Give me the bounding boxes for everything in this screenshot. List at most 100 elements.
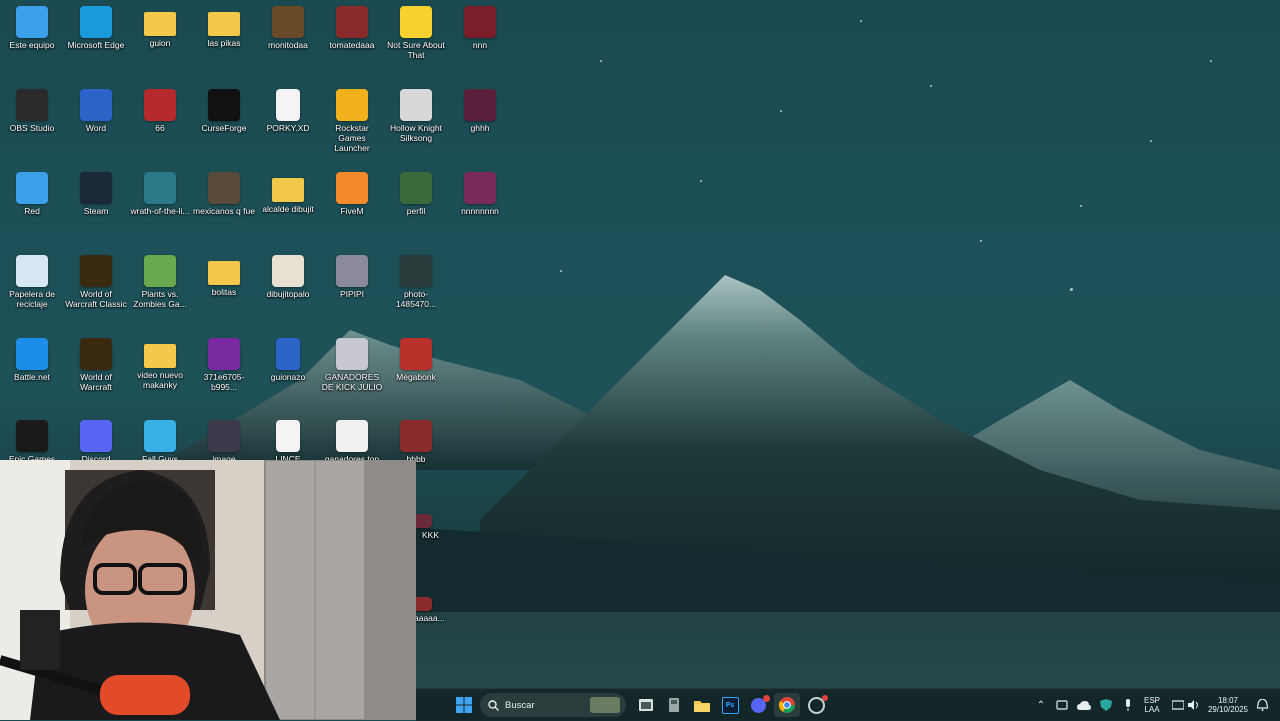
desktop-icon-battle-net[interactable]: Battle.net	[0, 334, 64, 414]
desktop-icon-label: Plants vs. Zombies Ga...	[133, 289, 187, 309]
app-icon	[807, 694, 828, 714]
desktop-icon-label: OBS Studio	[9, 123, 55, 133]
desktop-icon-wrath-of-the-li[interactable]: wrath-of-the-li...	[128, 168, 192, 248]
desktop-icon-label: CurseForge	[201, 123, 247, 133]
desktop-icon-photo-1485470[interactable]: photo-1485470...	[384, 251, 448, 331]
desktop-icon-label: mexicanos q fue	[193, 206, 255, 216]
shield-icon	[1100, 699, 1112, 711]
desktop-icon-label: bolitas	[211, 287, 237, 297]
desktop-icon-label: nnnnnnnn	[461, 206, 499, 216]
desktop-icon-guionazo[interactable]: guionazo	[256, 334, 320, 414]
taskbar: Buscar Ps ⌃ ESP LAA 18:07 29/10/2025	[416, 688, 1280, 721]
microphone-icon	[1126, 699, 1130, 711]
desktop-icon-label: World of Warcraft	[80, 372, 112, 392]
image-thumbnail-icon	[208, 420, 240, 452]
wow-icon	[80, 255, 112, 287]
desktop-icon-nnnnnnnn[interactable]: nnnnnnnn	[448, 168, 512, 248]
desktop-icon-mexicanos-q-fue[interactable]: mexicanos q fue	[192, 168, 256, 248]
desktop-icon-word[interactable]: Word	[64, 85, 128, 165]
desktop-icon-label: dibujitopalo	[266, 289, 310, 299]
notification-badge	[821, 694, 828, 701]
taskbar-app-generic[interactable]	[662, 693, 686, 717]
language-indicator[interactable]: ESP LAA	[1142, 693, 1162, 717]
webcam-overlay	[0, 460, 416, 720]
desktop-icon-label: Este equipo	[9, 40, 55, 50]
tray-sync-icon[interactable]	[1054, 693, 1070, 717]
desktop-icon-megabonk[interactable]: Megabonk	[384, 334, 448, 414]
discord-icon	[80, 420, 112, 452]
desktop-icon-world-of-warcraft-classic[interactable]: World of Warcraft Classic	[64, 251, 128, 331]
taskbar-chrome[interactable]	[774, 693, 800, 717]
desktop-icon-guion[interactable]: guion	[128, 2, 192, 82]
tray-volume-icon[interactable]	[1186, 693, 1202, 717]
tray-security-icon[interactable]	[1098, 693, 1114, 717]
desktop-icon-label: Megabonk	[396, 372, 436, 382]
tray-network-icon[interactable]	[1170, 693, 1186, 717]
desktop-icon-rockstar-games-launcher[interactable]: Rockstar Games Launcher	[320, 85, 384, 165]
desktop-icon-papelera-de-reciclaje[interactable]: Papelera de reciclaje	[0, 251, 64, 331]
clock-date: 29/10/2025	[1207, 705, 1249, 714]
monitor-icon	[16, 6, 48, 38]
folder-icon	[144, 12, 176, 36]
start-button[interactable]	[452, 693, 476, 717]
desktop-icon-alcalde-dibujit[interactable]: alcalde dibujit	[256, 168, 320, 248]
desktop-icon-371e6705-b995[interactable]: 371e6705-b995...	[192, 334, 256, 414]
taskbar-photoshop[interactable]: Ps	[718, 693, 742, 717]
search-highlight-icon	[590, 697, 620, 713]
desktop-icon-microsoft-edge[interactable]: Microsoft Edge	[64, 2, 128, 82]
taskbar-file-explorer[interactable]	[690, 693, 714, 717]
tray-microphone-icon[interactable]	[1120, 693, 1136, 717]
desktop-icon-hollow-knight-silksong[interactable]: Hollow Knight Silksong	[384, 85, 448, 165]
desktop-icon-pipipi[interactable]: PIPIPI	[320, 251, 384, 331]
photoshop-icon: Ps	[721, 696, 739, 714]
desktop-icon-fivem[interactable]: FiveM	[320, 168, 384, 248]
megabonk-icon	[400, 338, 432, 370]
tray-onedrive-icon[interactable]	[1076, 693, 1092, 717]
desktop-icon-ganadores-de-kick-julio[interactable]: GANADORES DE KICK JULIO	[320, 334, 384, 414]
battlenet-icon	[16, 338, 48, 370]
bell-icon	[1256, 699, 1268, 711]
desktop-icon-dibujitopalo[interactable]: dibujitopalo	[256, 251, 320, 331]
desktop-icon-porky-xd[interactable]: PORKY.XD	[256, 85, 320, 165]
desktop-icon-obs-studio[interactable]: OBS Studio	[0, 85, 64, 165]
image-thumbnail-icon	[272, 6, 304, 38]
desktop-icon-not-sure-about-that[interactable]: Not Sure About That	[384, 2, 448, 82]
taskbar-app-circle[interactable]	[804, 693, 828, 717]
desktop-icon-las-pikas[interactable]: las pikas	[192, 2, 256, 82]
show-hidden-icons-button[interactable]: ⌃	[1034, 693, 1048, 717]
desktop-icon-video-nuevo-makanky[interactable]: video nuevo makanky	[128, 334, 192, 414]
desktop-icon-perfil[interactable]: perfil	[384, 168, 448, 248]
image-thumbnail-icon	[208, 338, 240, 370]
desktop-icon-label: wrath-of-the-li...	[130, 206, 190, 216]
taskbar-search-box[interactable]: Buscar	[480, 693, 626, 717]
video-thumbnail-icon	[464, 6, 496, 38]
desktop-icon-label: alcalde dibujit	[262, 204, 314, 214]
folder-icon	[144, 344, 176, 368]
windows-start-icon	[456, 697, 472, 713]
desktop-icon-steam[interactable]: Steam	[64, 168, 128, 248]
keyboard-layout: LAA	[1144, 705, 1160, 714]
desktop-icon-label: Word	[85, 123, 107, 133]
image-thumbnail-icon	[336, 338, 368, 370]
desktop-icon-66[interactable]: 66	[128, 85, 192, 165]
desktop-icon-label: Hollow Knight Silksong	[390, 123, 442, 143]
desktop-icon-label: GANADORES DE KICK JULIO	[321, 372, 383, 392]
clock[interactable]: 18:07 29/10/2025	[1206, 693, 1250, 717]
desktop-icon-label: Battle.net	[14, 372, 50, 382]
task-view-button[interactable]	[634, 693, 658, 717]
desktop-icon-monitodaa[interactable]: monitodaa	[256, 2, 320, 82]
desktop-icon-bolitas[interactable]: bolitas	[192, 251, 256, 331]
notification-badge	[762, 694, 770, 702]
desktop-icon-curseforge[interactable]: CurseForge	[192, 85, 256, 165]
desktop-icon-plants-vs-zombies-ga[interactable]: Plants vs. Zombies Ga...	[128, 251, 192, 331]
desktop-icon-nnn[interactable]: nnn	[448, 2, 512, 82]
desktop-icon-label: guionazo	[270, 372, 306, 382]
desktop-icon-red[interactable]: Red	[0, 168, 64, 248]
desktop-icon-este-equipo[interactable]: Este equipo	[0, 2, 64, 82]
taskbar-discord[interactable]	[746, 693, 770, 717]
desktop-icon-world-of-warcraft[interactable]: World of Warcraft	[64, 334, 128, 414]
desktop-icon-ghhh[interactable]: ghhh	[448, 85, 512, 165]
desktop-icon-tomatedaaa[interactable]: tomatedaaa	[320, 2, 384, 82]
notifications-button[interactable]	[1254, 693, 1270, 717]
folder-icon	[272, 178, 304, 202]
